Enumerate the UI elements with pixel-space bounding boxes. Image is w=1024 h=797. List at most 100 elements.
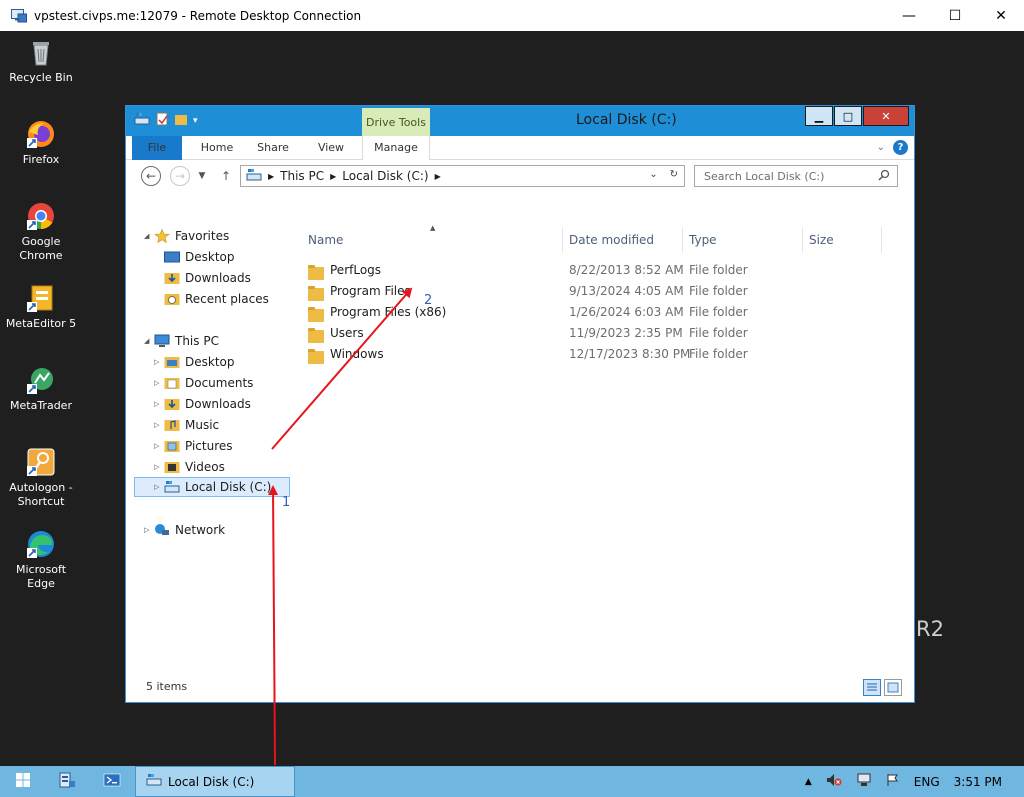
documents-folder-icon bbox=[164, 376, 180, 390]
network-tray-icon[interactable] bbox=[856, 773, 872, 790]
expand-icon[interactable]: ▷ bbox=[154, 421, 164, 429]
column-header-size[interactable]: Size bbox=[803, 227, 882, 253]
rdp-minimize-button[interactable]: — bbox=[886, 0, 932, 31]
up-button[interactable]: ↑ bbox=[216, 166, 236, 186]
tree-fav-recent-places[interactable]: Recent places bbox=[164, 289, 269, 309]
tree-network[interactable]: ▷ Network bbox=[144, 520, 225, 540]
downloads-folder-icon bbox=[164, 397, 180, 411]
back-button[interactable]: ← bbox=[141, 166, 161, 186]
help-icon[interactable]: ? bbox=[893, 140, 908, 155]
desktop-icon-metatrader[interactable]: MetaTrader bbox=[2, 365, 80, 413]
breadcrumb-local-disk[interactable]: Local Disk (C:) bbox=[342, 169, 428, 183]
tree-fav-downloads[interactable]: Downloads bbox=[164, 268, 251, 288]
rdp-close-button[interactable]: ✕ bbox=[978, 0, 1024, 31]
metaeditor-icon bbox=[26, 283, 56, 313]
input-language[interactable]: ENG bbox=[914, 775, 940, 789]
desktop-icon-label: Google Chrome bbox=[19, 235, 63, 262]
large-icons-view-button[interactable] bbox=[884, 679, 902, 696]
file-row[interactable]: PerfLogs 8/22/2013 8:52 AM File folder bbox=[292, 260, 882, 281]
remote-desktop: Recycle Bin Firefox Google Chrome MetaEd… bbox=[0, 31, 1024, 766]
metatrader-icon bbox=[26, 365, 56, 395]
file-type: File folder bbox=[689, 263, 748, 277]
file-row[interactable]: Program Files 9/13/2024 4:05 AM File fol… bbox=[292, 281, 882, 302]
show-hidden-icons-icon[interactable]: ▲ bbox=[805, 777, 812, 787]
collapse-icon[interactable]: ◢ bbox=[144, 337, 154, 345]
tree-favorites[interactable]: ◢ Favorites bbox=[144, 226, 229, 246]
desktop-icon-edge[interactable]: Microsoft Edge bbox=[2, 529, 80, 591]
address-bar[interactable]: ▶ This PC ▶ Local Disk (C:) ▶ ⌄ ↻ bbox=[240, 165, 685, 187]
explorer-close-button[interactable]: ✕ bbox=[863, 106, 909, 126]
expand-ribbon-icon[interactable]: ⌄ bbox=[877, 142, 885, 153]
desktop-icon-firefox[interactable]: Firefox bbox=[2, 119, 80, 167]
desktop-icon-metaeditor[interactable]: MetaEditor 5 bbox=[2, 283, 80, 331]
tree-pc-documents[interactable]: ▷ Documents bbox=[154, 373, 253, 393]
search-input[interactable]: Search Local Disk (C:) bbox=[694, 165, 898, 187]
desktop-icon-label: Firefox bbox=[22, 153, 60, 166]
action-center-flag-icon[interactable] bbox=[886, 773, 900, 790]
file-row[interactable]: Windows 12/17/2023 8:30 PM File folder bbox=[292, 344, 882, 365]
explorer-minimize-button[interactable]: ▁ bbox=[805, 106, 833, 126]
file-row[interactable]: Program Files (x86) 1/26/2024 6:03 AM Fi… bbox=[292, 302, 882, 323]
tree-label: Desktop bbox=[185, 250, 235, 264]
drive-icon bbox=[134, 112, 150, 129]
desktop-icon-label: MetaEditor 5 bbox=[5, 317, 77, 330]
refresh-icon[interactable]: ↻ bbox=[670, 169, 678, 180]
breadcrumb-this-pc[interactable]: This PC bbox=[280, 169, 324, 183]
properties-icon[interactable] bbox=[155, 112, 169, 129]
tree-pc-pictures[interactable]: ▷ Pictures bbox=[154, 436, 233, 456]
explorer-maximize-button[interactable]: □ bbox=[834, 106, 862, 126]
network-icon bbox=[154, 523, 170, 537]
tree-label: Network bbox=[175, 523, 226, 537]
speaker-muted-icon[interactable] bbox=[826, 773, 842, 790]
column-header-type[interactable]: Type bbox=[683, 227, 803, 253]
expand-icon[interactable]: ▷ bbox=[154, 442, 164, 450]
tab-manage[interactable]: Manage bbox=[362, 136, 430, 160]
clock[interactable]: 3:51 PM bbox=[954, 775, 1002, 789]
tab-share[interactable]: Share bbox=[248, 136, 298, 160]
file-name: Program Files bbox=[330, 284, 411, 298]
tree-pc-desktop[interactable]: ▷ Desktop bbox=[154, 352, 235, 372]
explorer-titlebar: ▾ Drive Tools Local Disk (C:) ▁ □ ✕ bbox=[126, 106, 914, 136]
powershell-button[interactable] bbox=[97, 766, 127, 797]
desktop-icon-recycle-bin[interactable]: Recycle Bin bbox=[2, 37, 80, 85]
desktop-icon-label: Recycle Bin bbox=[9, 71, 73, 84]
tab-home[interactable]: Home bbox=[192, 136, 242, 160]
remote-desktop-icon bbox=[11, 8, 27, 23]
start-button[interactable] bbox=[8, 766, 38, 797]
tree-this-pc[interactable]: ◢ This PC bbox=[144, 331, 219, 351]
new-folder-icon[interactable] bbox=[174, 112, 188, 129]
taskbar-explorer-button[interactable]: Local Disk (C:) bbox=[135, 766, 295, 797]
breadcrumb-separator[interactable]: ▶ bbox=[330, 172, 336, 181]
recent-locations-button[interactable]: ▼ bbox=[196, 166, 208, 186]
tab-file[interactable]: File bbox=[132, 136, 182, 160]
file-row[interactable]: Users 11/9/2023 2:35 PM File folder bbox=[292, 323, 882, 344]
collapse-icon[interactable]: ◢ bbox=[144, 232, 154, 240]
desktop-icon-autologon[interactable]: Autologon - Shortcut bbox=[2, 447, 80, 509]
forward-button[interactable]: → bbox=[170, 166, 190, 186]
breadcrumb-separator[interactable]: ▶ bbox=[435, 172, 441, 181]
tree-pc-downloads[interactable]: ▷ Downloads bbox=[154, 394, 251, 414]
tab-view[interactable]: View bbox=[306, 136, 356, 160]
qat-dropdown-icon[interactable]: ▾ bbox=[193, 116, 198, 126]
tree-fav-desktop[interactable]: Desktop bbox=[164, 247, 235, 267]
desktop-icon-chrome[interactable]: Google Chrome bbox=[2, 201, 80, 263]
expand-icon[interactable]: ▷ bbox=[154, 379, 164, 387]
expand-icon[interactable]: ▷ bbox=[154, 400, 164, 408]
column-header-date-modified[interactable]: Date modified bbox=[563, 227, 683, 253]
tree-pc-local-disk[interactable]: ▷ Local Disk (C:) bbox=[134, 477, 290, 497]
tree-pc-videos[interactable]: ▷ Videos bbox=[154, 457, 225, 477]
tree-pc-music[interactable]: ▷ Music bbox=[154, 415, 219, 435]
server-manager-button[interactable] bbox=[52, 766, 82, 797]
search-icon[interactable] bbox=[878, 169, 890, 184]
address-history-icon[interactable]: ⌄ bbox=[649, 169, 657, 180]
expand-icon[interactable]: ▷ bbox=[154, 463, 164, 471]
expand-icon[interactable]: ▷ bbox=[144, 526, 154, 534]
column-header-name[interactable]: Name bbox=[292, 227, 563, 253]
breadcrumb-separator[interactable]: ▶ bbox=[268, 172, 274, 181]
file-type: File folder bbox=[689, 284, 748, 298]
file-name: Users bbox=[330, 326, 364, 340]
expand-icon[interactable]: ▷ bbox=[154, 483, 164, 491]
expand-icon[interactable]: ▷ bbox=[154, 358, 164, 366]
details-view-button[interactable] bbox=[863, 679, 881, 696]
rdp-maximize-button[interactable]: ☐ bbox=[932, 0, 978, 31]
